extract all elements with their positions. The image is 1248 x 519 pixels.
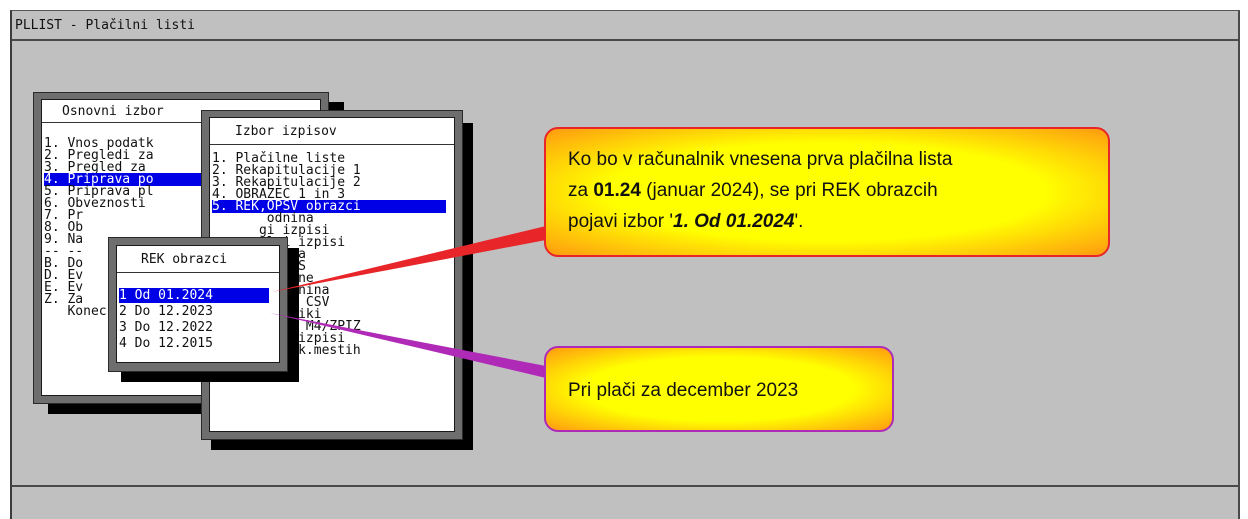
rek-menu-item[interactable]: 2 Do 12.2023 xyxy=(119,304,269,319)
callout-purple-text: Pri plači za december 2023 xyxy=(568,380,799,401)
rek-menu-item[interactable]: 1 Od 01.2024 xyxy=(119,288,269,303)
main-menu-title: Osnovni izbor xyxy=(62,104,164,119)
window-title: PLLIST - Plačilni listi xyxy=(15,18,196,33)
callout-red-line1: Ko bo v računalnik vnesena prva plačilna… xyxy=(568,149,953,170)
callout-red-line2-post: (januar 2024), se pri REK obrazcih xyxy=(640,180,938,201)
callout-red-line3-pre: pojavi izbor ' xyxy=(568,211,674,232)
status-bar-divider xyxy=(12,485,1240,487)
rek-menu-title: REK obrazci xyxy=(141,252,228,267)
reports-menu-title: Izbor izpisov xyxy=(235,124,337,139)
window-right-border xyxy=(1238,11,1240,519)
callout-red-line2-bold: 01.24 xyxy=(593,180,641,201)
callout-red-line3-post: '. xyxy=(794,211,804,232)
callout-first-payslip: Ko bo v računalnik vnesena prva plačilna… xyxy=(544,127,1110,257)
reports-menu-header: Izbor izpisov xyxy=(210,118,454,145)
callout-december-pay: Pri plači za december 2023 xyxy=(544,346,894,432)
rek-menu-item[interactable]: 4 Do 12.2015 xyxy=(119,336,269,351)
callout-red-line2-pre: za xyxy=(568,180,594,201)
callout-red-line3-bold: 1. Od 01.2024 xyxy=(673,211,795,232)
rek-menu: REK obrazci 1 Od 01.2024 2 Do 12.2023 3 Do… xyxy=(116,245,280,363)
rek-menu-header: REK obrazci xyxy=(117,246,279,273)
rek-menu-item[interactable]: 3 Do 12.2022 xyxy=(119,320,269,335)
title-bar: PLLIST - Plačilni listi xyxy=(12,11,1240,41)
